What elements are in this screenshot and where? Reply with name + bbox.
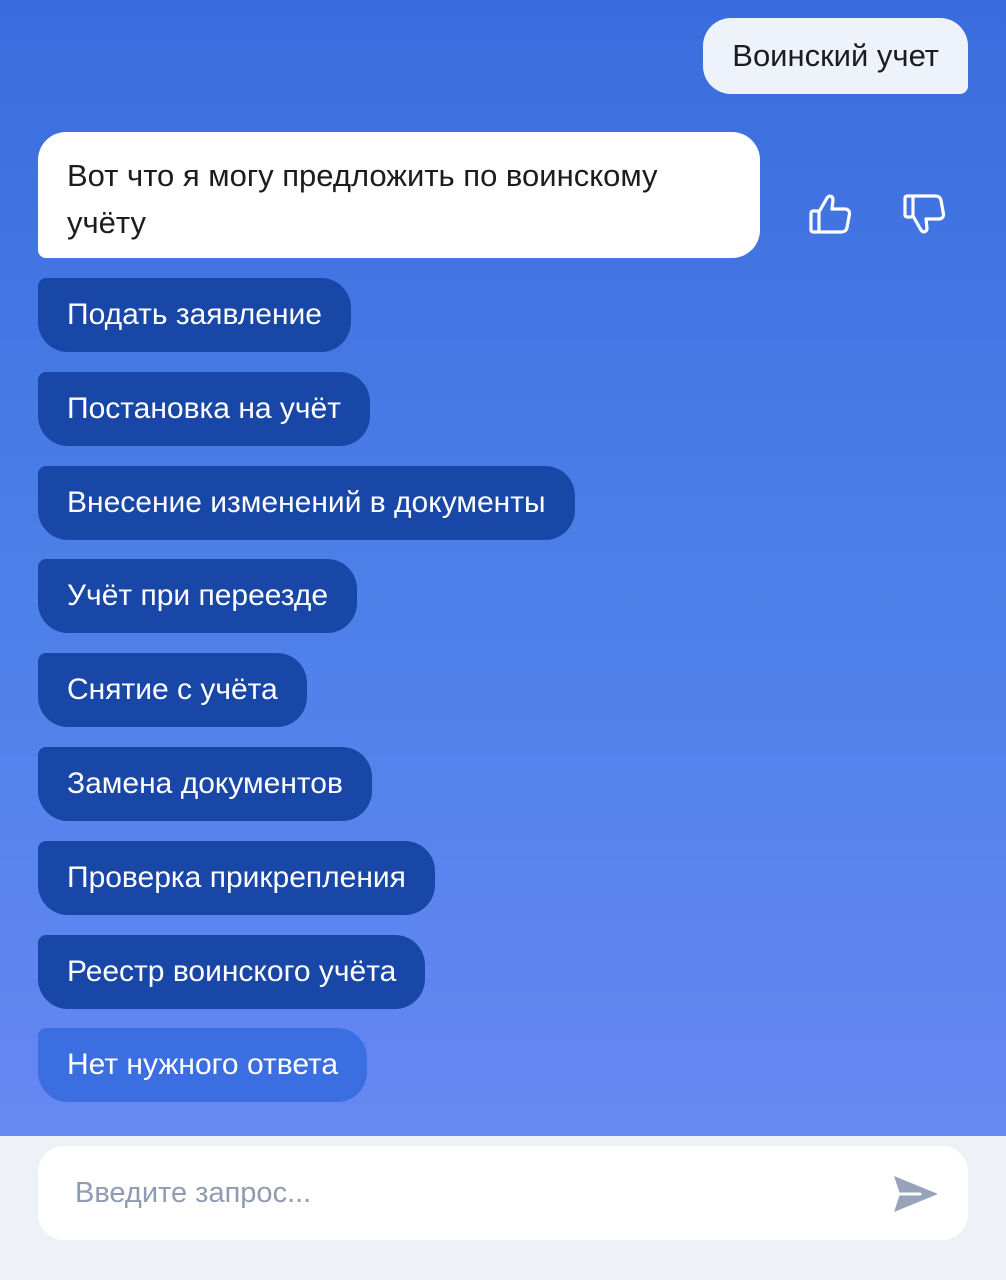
option-reestr-voinskogo-ucheta[interactable]: Реестр воинского учёта bbox=[38, 934, 426, 1009]
thumbs-down-icon bbox=[903, 194, 946, 234]
option-vnesenie-izmeneniy[interactable]: Внесение изменений в документы bbox=[38, 465, 575, 540]
message-input-bar bbox=[38, 1146, 968, 1240]
bot-message-bubble: Вот что я могу предложить по воинскому у… bbox=[38, 132, 760, 258]
option-postanovka-na-uchet[interactable]: Постановка на учёт bbox=[38, 371, 370, 446]
like-button[interactable] bbox=[806, 190, 854, 238]
send-icon bbox=[894, 1176, 938, 1212]
quick-reply-options: Подать заявление Постановка на учёт Внес… bbox=[38, 278, 575, 1122]
option-uchet-pri-pereezde[interactable]: Учёт при переезде bbox=[38, 559, 358, 634]
thumbs-up-icon bbox=[809, 194, 852, 234]
user-message-text: Воинский учет bbox=[732, 38, 939, 73]
option-proverka-prikrepleniya[interactable]: Проверка прикрепления bbox=[38, 840, 435, 915]
send-button[interactable] bbox=[890, 1168, 942, 1220]
option-zamena-dokumentov[interactable]: Замена документов bbox=[38, 746, 372, 821]
chat-area: Воинский учет Вот что я могу предложить … bbox=[0, 0, 1006, 1136]
option-snyatie-s-ucheta[interactable]: Снятие с учёта bbox=[38, 653, 307, 728]
bot-message-text: Вот что я могу предложить по воинскому у… bbox=[67, 158, 658, 240]
option-podat-zayavlenie[interactable]: Подать заявление bbox=[38, 278, 351, 352]
user-message-bubble: Воинский учет bbox=[703, 18, 968, 94]
query-input[interactable] bbox=[38, 1146, 878, 1240]
dislike-button[interactable] bbox=[900, 190, 948, 238]
option-net-nuzhnogo-otveta[interactable]: Нет нужного ответа bbox=[38, 1028, 368, 1103]
